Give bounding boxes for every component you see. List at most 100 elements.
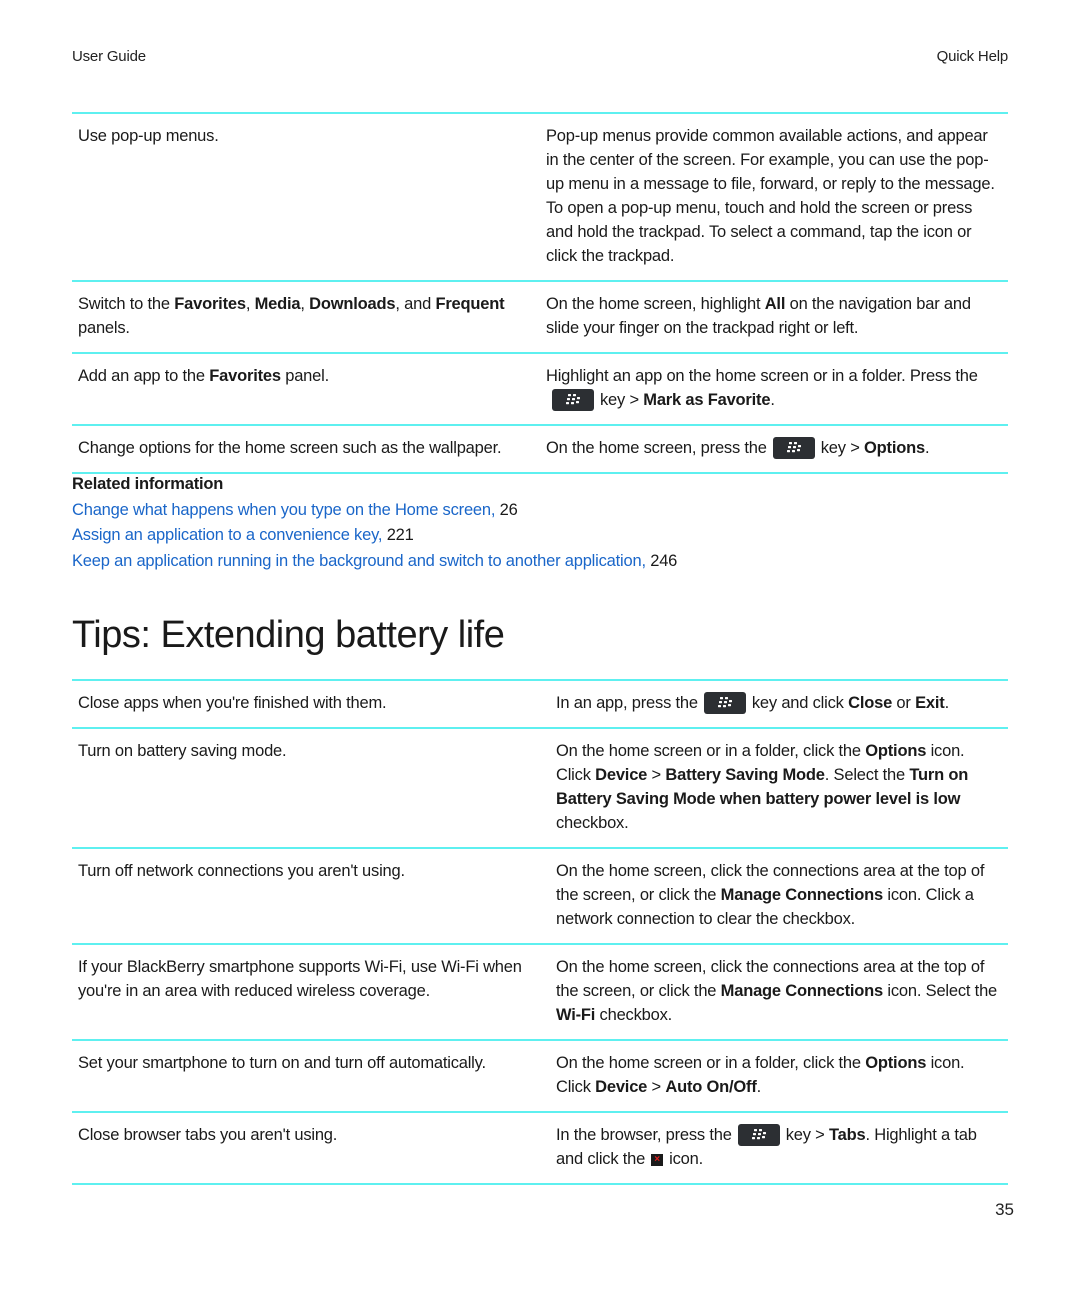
instructions-cell: Pop-up menus provide common available ac… [546, 124, 1008, 268]
task-cell: Switch to the Favorites, Media, Download… [72, 292, 546, 340]
table-row: Close apps when you're finished with the… [72, 681, 1008, 729]
instructions-cell: On the home screen or in a folder, click… [556, 739, 1008, 835]
text-run: Change options for the home screen such … [78, 439, 502, 457]
text-run: . Select the [824, 766, 910, 784]
text-run: . [756, 1078, 762, 1096]
related-link-item: Assign an application to a convenience k… [72, 523, 677, 549]
table-row: Turn off network connections you aren't … [72, 849, 1008, 945]
ui-term: Manage Connections [720, 886, 884, 904]
ui-term: Options [865, 1054, 927, 1072]
text-run: key > [820, 439, 865, 457]
ui-term: Battery Saving Mode [665, 766, 825, 784]
table-row: Change options for the home screen such … [72, 426, 1008, 474]
text-run: key and click [751, 694, 849, 712]
instructions-cell: In the browser, press the key > Tabs. Hig… [556, 1123, 1008, 1171]
text-run: In the browser, press the [556, 1126, 732, 1144]
related-link-item: Keep an application running in the backg… [72, 549, 677, 575]
related-link-item: Change what happens when you type on the… [72, 498, 677, 524]
text-run: panel. [280, 367, 329, 385]
task-cell: Set your smartphone to turn on and turn … [72, 1051, 556, 1099]
table-row: Switch to the Favorites, Media, Download… [72, 282, 1008, 354]
table-row: Add an app to the Favorites panel. Highli… [72, 354, 1008, 426]
text-run: Turn off network connections you aren't … [78, 862, 405, 880]
ui-term: Downloads [309, 295, 396, 313]
text-run: Highlight an app on the home screen or i… [546, 367, 978, 385]
ui-term: Options [865, 742, 927, 760]
battery-tips-table: Close apps when you're finished with the… [72, 679, 1008, 1185]
text-run: Set your smartphone to turn on and turn … [78, 1054, 486, 1072]
text-run: On the home screen or in a folder, click… [556, 1054, 866, 1072]
text-run: or [892, 694, 916, 712]
text-run: checkbox. [595, 1006, 673, 1024]
related-link-page: 26 [499, 500, 518, 519]
text-run: If your BlackBerry smartphone supports W… [78, 958, 522, 1000]
text-run: In an app, press the [556, 694, 698, 712]
ui-term: Device [595, 1078, 648, 1096]
text-run: > [647, 766, 666, 784]
text-run: checkbox. [556, 814, 629, 832]
related-link[interactable]: Change what happens when you type on the… [72, 501, 495, 519]
task-cell: Add an app to the Favorites panel. [72, 364, 546, 412]
ui-term: Exit [915, 694, 945, 712]
text-run: Use pop-up menus. [78, 127, 219, 145]
quick-help-table: Use pop-up menus. Pop-up menus provide co… [72, 112, 1008, 474]
blackberry-menu-key-icon [772, 436, 815, 459]
text-run: . [770, 391, 775, 409]
task-cell: Use pop-up menus. [72, 124, 546, 268]
page-number: 35 [995, 1200, 1014, 1219]
text-run: On the home screen or in a folder, click… [556, 742, 866, 760]
ui-term: Media [254, 295, 301, 313]
table-row: Turn on battery saving mode. On the home … [72, 729, 1008, 849]
related-link-page: 221 [386, 526, 414, 544]
text-run: icon. [669, 1150, 703, 1168]
ui-term: All [764, 295, 786, 313]
ui-term: Mark as Favorite [643, 391, 771, 409]
related-link[interactable]: Keep an application running in the backg… [72, 552, 646, 570]
text-run: , and [395, 295, 436, 313]
instructions-cell: Highlight an app on the home screen or i… [546, 364, 1008, 412]
table-row: Set your smartphone to turn on and turn … [72, 1041, 1008, 1113]
ui-term: Options [864, 439, 925, 457]
ui-term: Close [848, 694, 893, 712]
text-run: . [944, 694, 950, 712]
task-cell: If your BlackBerry smartphone supports W… [72, 955, 556, 1027]
text-run: panels. [78, 319, 130, 337]
blackberry-menu-key-icon [703, 691, 746, 714]
related-information-title: Related information [72, 475, 224, 493]
instructions-cell: On the home screen or in a folder, click… [556, 1051, 1008, 1099]
text-run: , [300, 295, 310, 313]
text-run: Pop-up menus provide common available ac… [546, 127, 995, 265]
instructions-cell: On the home screen, highlight All on the… [546, 292, 1008, 340]
table-row: If your BlackBerry smartphone supports W… [72, 945, 1008, 1041]
text-run: Add an app to the [78, 367, 210, 385]
instructions-cell: On the home screen, click the connection… [556, 859, 1008, 931]
ui-term: Frequent [435, 295, 505, 313]
ui-term: Manage Connections [720, 982, 884, 1000]
text-run: . [924, 439, 930, 457]
text-run: key > [785, 1126, 829, 1144]
ui-term: Favorites [174, 295, 246, 313]
text-run: key > [600, 391, 644, 409]
task-cell: Close apps when you're finished with the… [72, 691, 556, 715]
running-header-right: Quick Help [936, 48, 1009, 65]
related-link[interactable]: Assign an application to a convenience k… [72, 526, 383, 544]
text-run: Switch to the [78, 295, 175, 313]
task-cell: Turn off network connections you aren't … [72, 859, 556, 931]
task-cell: Change options for the home screen such … [72, 436, 546, 460]
text-run: Close apps when you're finished with the… [78, 694, 387, 712]
text-run: icon. Select the [883, 982, 998, 1000]
text-run: Turn on battery saving mode. [78, 742, 287, 760]
instructions-cell: On the home screen, press the key > Optio… [546, 436, 1008, 460]
instructions-cell: In an app, press the key and click Close … [556, 691, 1008, 715]
text-run: On the home screen, press the [546, 439, 767, 457]
close-tab-icon: × [651, 1153, 664, 1166]
text-run: Close browser tabs you aren't using. [78, 1126, 338, 1144]
task-cell: Turn on battery saving mode. [72, 739, 556, 835]
related-information: Related information Change what happens … [72, 472, 677, 574]
text-run: On the home screen, highlight [546, 295, 765, 313]
ui-term: Device [595, 766, 648, 784]
section-title: Tips: Extending battery life [72, 614, 505, 656]
instructions-cell: On the home screen, click the connection… [556, 955, 1008, 1027]
ui-term: Tabs [828, 1126, 866, 1144]
text-run: , [245, 295, 255, 313]
